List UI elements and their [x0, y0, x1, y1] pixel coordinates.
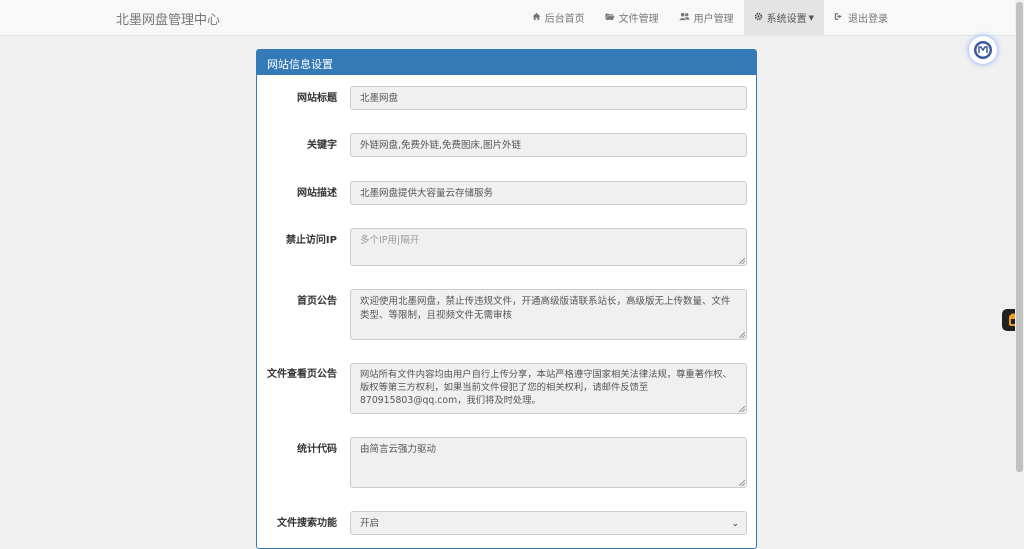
sign-out-icon — [834, 12, 844, 24]
description-label: 网站描述 — [297, 188, 337, 199]
search-toggle-label: 文件搜索功能 — [277, 518, 337, 529]
nav-label-dashboard: 后台首页 — [544, 14, 585, 25]
gear-icon — [754, 12, 763, 24]
blocked-ip-label: 禁止访问IP — [285, 235, 337, 246]
nav-item-logout[interactable]: 退出登录 — [824, 0, 898, 35]
floating-badge-icon[interactable] — [969, 36, 997, 64]
stats-code-textarea[interactable]: 由简言云强力驱动 — [350, 437, 747, 488]
nav-menu: 后台首页 文件管理 用户管理 系统设置 ▼ 退出登录 — [522, 0, 898, 35]
blocked-ip-placeholder: 多个IP用|隔开 — [360, 235, 420, 246]
panel-title: 网站信息设置 — [257, 50, 756, 75]
keywords-label: 关键字 — [307, 140, 337, 151]
description-input[interactable]: 北墨网盘提供大容量云存储服务 — [350, 181, 747, 205]
folder-open-icon — [605, 12, 615, 24]
users-icon — [679, 12, 690, 24]
keywords-input[interactable]: 外链网盘,免费外链,免费图床,图片外链 — [350, 133, 747, 157]
nav-item-settings[interactable]: 系统设置 ▼ — [743, 0, 824, 35]
nav-label-users: 用户管理 — [693, 14, 734, 25]
top-navbar: 北墨网盘管理中心 后台首页 文件管理 用户管理 系统设置 ▼ 退出登录 — [0, 0, 1015, 36]
brand-title[interactable]: 北墨网盘管理中心 — [116, 9, 220, 28]
nav-item-users[interactable]: 用户管理 — [669, 0, 744, 35]
file-notice-label: 文件查看页公告 — [267, 369, 337, 380]
scrollbar-thumb[interactable] — [1016, 2, 1023, 472]
nav-item-files[interactable]: 文件管理 — [595, 0, 669, 35]
nav-label-settings: 系统设置 — [766, 14, 807, 25]
site-title-input[interactable]: 北墨网盘 — [350, 86, 747, 110]
caret-down-icon: ▼ — [808, 13, 814, 22]
nav-label-files: 文件管理 — [618, 14, 659, 25]
search-toggle-value: 开启 — [360, 518, 380, 529]
blocked-ip-textarea[interactable]: 多个IP用|隔开 — [350, 228, 747, 266]
file-notice-textarea[interactable]: 网站所有文件内容均由用户自行上传分享，本站严格遵守国家相关法律法规，尊重著作权、… — [350, 363, 747, 414]
home-notice-label: 首页公告 — [297, 296, 337, 307]
search-toggle-select[interactable]: 开启 ⌄ — [350, 511, 747, 535]
page-scrollbar[interactable] — [1015, 0, 1024, 543]
site-settings-panel: 网站信息设置 网站标题 北墨网盘 关键字 外链网盘,免费外链,免费图床,图片外链… — [256, 49, 757, 549]
nav-label-logout: 退出登录 — [848, 14, 888, 25]
stats-code-label: 统计代码 — [297, 444, 337, 455]
home-notice-textarea[interactable]: 欢迎使用北墨网盘，禁止传违规文件，开通高级版请联系站长，高级版无上传数量、文件类… — [350, 289, 747, 340]
home-icon — [532, 12, 541, 24]
site-title-label: 网站标题 — [297, 93, 337, 104]
chevron-down-icon: ⌄ — [731, 519, 739, 529]
nav-item-dashboard[interactable]: 后台首页 — [522, 0, 595, 35]
